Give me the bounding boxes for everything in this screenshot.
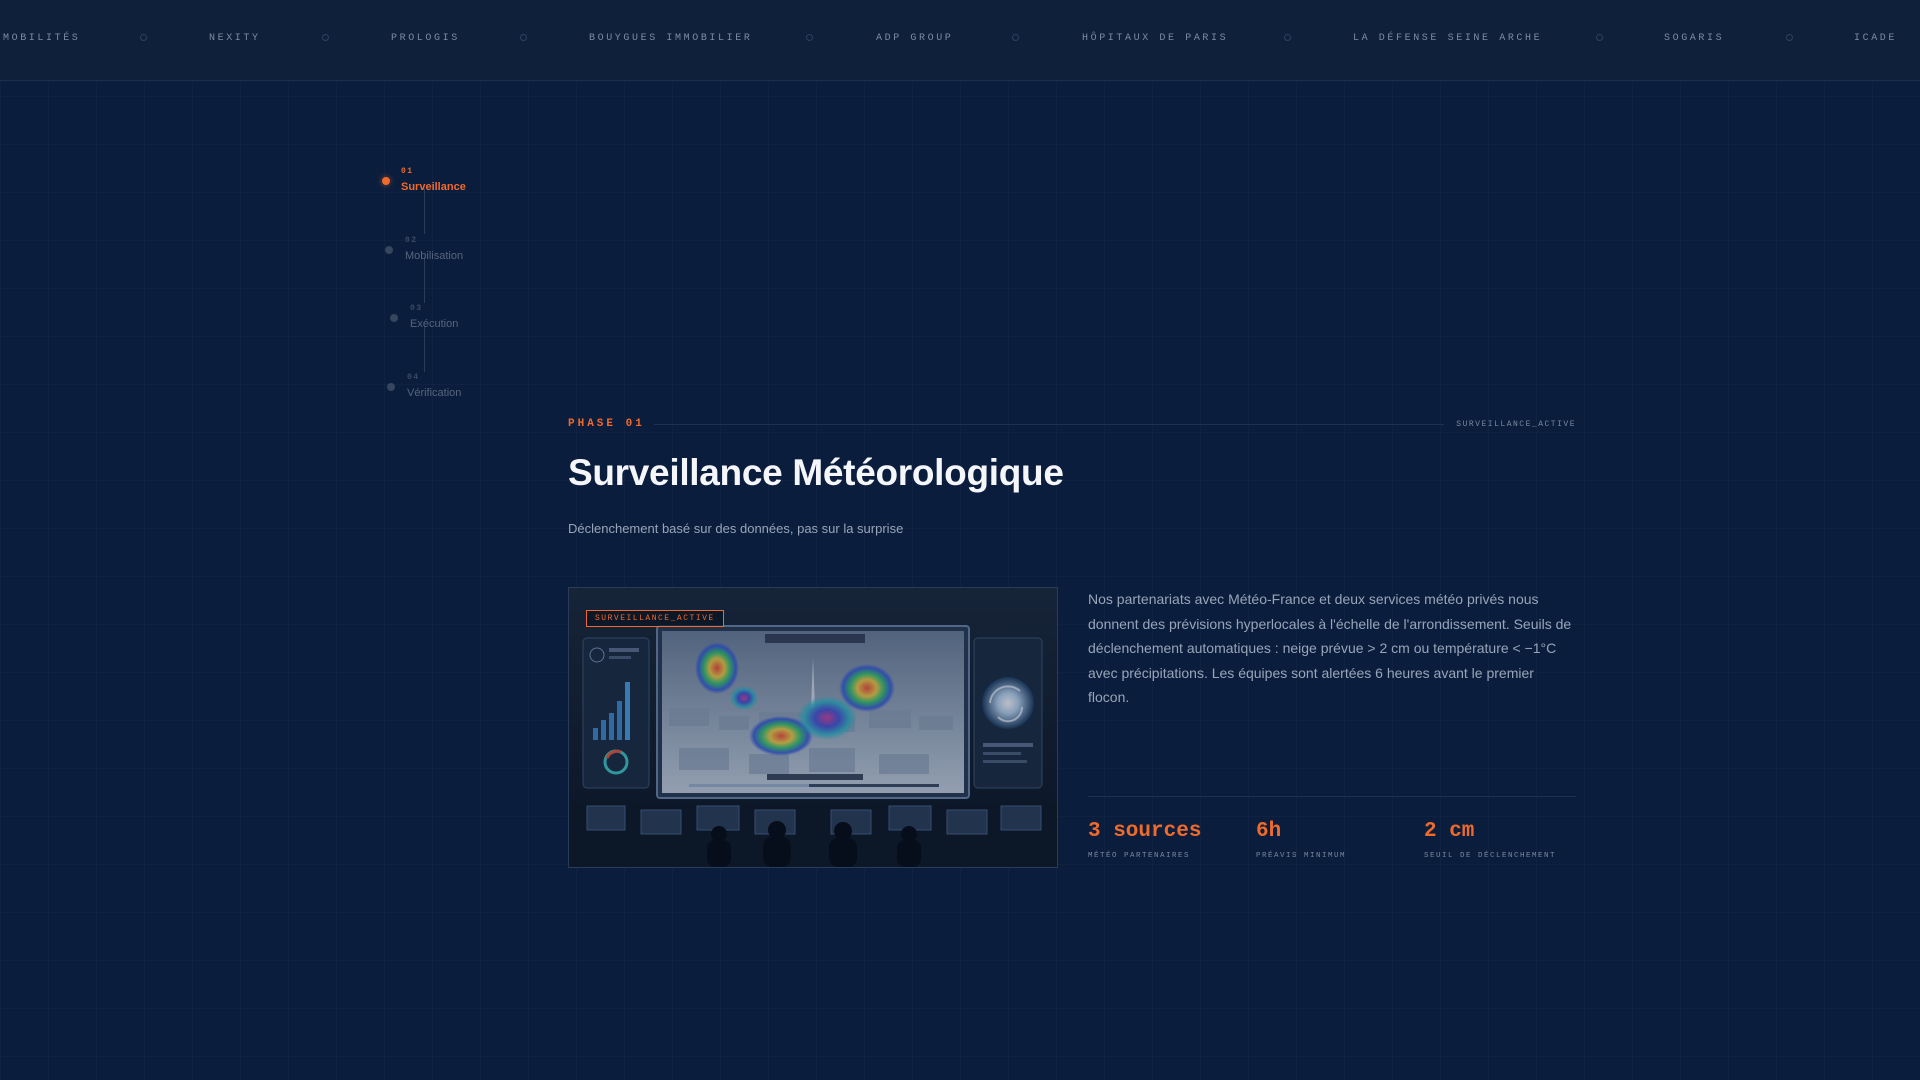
stat-sources: 3 sources MÉTÉO PARTENAIRES — [1088, 820, 1201, 860]
step-dot-icon — [387, 383, 395, 391]
partner-name: ICADE — [1854, 33, 1898, 44]
phase-divider — [654, 424, 1444, 425]
separator-dot-icon — [806, 34, 813, 41]
partner-name: ADP GROUP — [876, 33, 954, 44]
stat-value: 3 sources — [1088, 820, 1202, 843]
separator-dot-icon — [520, 34, 527, 41]
timeline-step-number: 01 — [401, 167, 414, 176]
separator-dot-icon — [322, 34, 329, 41]
control-room-image: SURVEILLANCE_ACTIVE — [568, 587, 1058, 868]
partner-marquee: MOBILITÉS NEXITY PROLOGIS BOUYGUES IMMOB… — [0, 0, 1920, 81]
separator-dot-icon — [1284, 34, 1291, 41]
page-title: Surveillance Météorologique — [568, 452, 1064, 493]
stat-value: 6h — [1256, 820, 1282, 843]
phase-status: SURVEILLANCE_ACTIVE — [1456, 420, 1576, 429]
timeline-step-label: Vérification — [407, 387, 462, 399]
step-dot-icon — [385, 246, 393, 254]
timeline-step-label: Mobilisation — [405, 250, 464, 262]
partner-name: SOGARIS — [1664, 33, 1725, 44]
step-dot-icon — [390, 314, 398, 322]
weather-control-room-illustration — [569, 588, 1057, 867]
separator-dot-icon — [1596, 34, 1603, 41]
timeline-step-label: Exécution — [410, 318, 459, 330]
timeline-connector — [424, 257, 425, 303]
stat-notice: 6h PRÉAVIS MINIMUM — [1256, 820, 1346, 860]
timeline-connector — [424, 188, 425, 234]
separator-dot-icon — [140, 34, 147, 41]
stat-value: 2 cm — [1424, 820, 1475, 843]
separator-dot-icon — [1786, 34, 1793, 41]
stat-label: SEUIL DE DÉCLENCHEMENT — [1424, 852, 1557, 860]
phase-label: PHASE 01 — [568, 418, 645, 430]
timeline-step-number: 03 — [410, 304, 423, 313]
stat-label: PRÉAVIS MINIMUM — [1256, 852, 1347, 860]
partner-name: MOBILITÉS — [3, 33, 81, 44]
image-status-badge: SURVEILLANCE_ACTIVE — [586, 610, 724, 627]
active-step-dot-icon — [382, 177, 390, 185]
timeline-step-number: 04 — [407, 373, 420, 382]
phase-description: Nos partenariats avec Météo-France et de… — [1088, 591, 1572, 705]
partner-name: BOUYGUES IMMOBILIER — [589, 33, 753, 44]
partner-name: PROLOGIS — [391, 33, 460, 44]
stats-divider — [1088, 796, 1576, 797]
timeline-step-label: Surveillance — [401, 181, 466, 193]
stat-label: MÉTÉO PARTENAIRES — [1088, 852, 1191, 860]
partner-name: LA DÉFENSE SEINE ARCHE — [1353, 33, 1543, 44]
separator-dot-icon — [1012, 34, 1019, 41]
timeline-step-number: 02 — [405, 236, 418, 245]
stat-threshold: 2 cm SEUIL DE DÉCLENCHEMENT — [1424, 820, 1556, 860]
timeline-connector — [424, 326, 425, 372]
partner-name: HÔPITAUX DE PARIS — [1082, 33, 1229, 44]
page-subtitle: Déclenchement basé sur des données, pas … — [568, 521, 904, 536]
partner-name: NEXITY — [209, 33, 261, 44]
